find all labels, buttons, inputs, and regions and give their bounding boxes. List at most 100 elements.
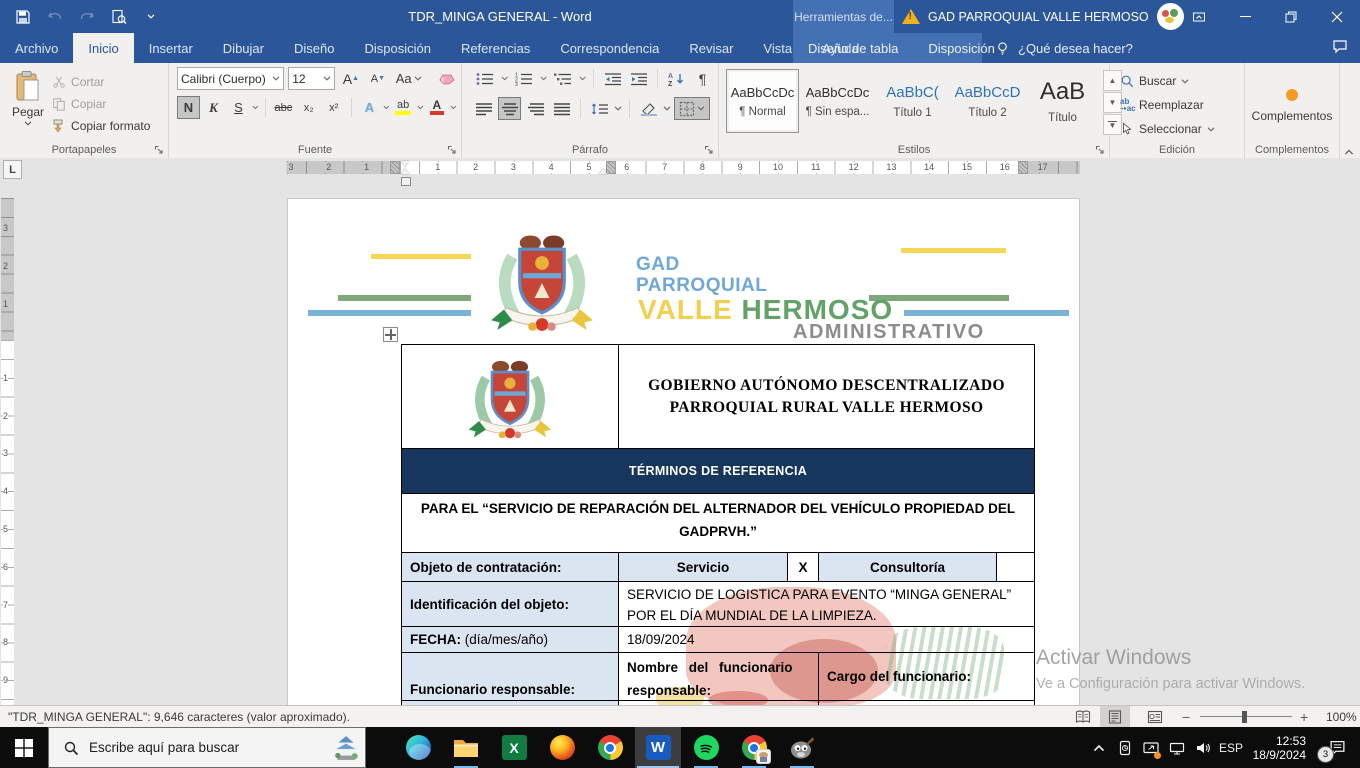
font-name-combo[interactable]: Calibri (Cuerpo) <box>177 67 284 90</box>
taskbar-firefox[interactable] <box>539 727 585 768</box>
font-color-button[interactable]: A <box>425 96 448 119</box>
tab-revisar[interactable]: Revisar <box>674 33 748 63</box>
style-título[interactable]: AaBTítulo <box>1026 69 1099 133</box>
multilevel-list-button[interactable] <box>550 67 576 90</box>
subscript-button[interactable]: x₂ <box>297 96 320 119</box>
show-marks-button[interactable]: ¶ <box>691 67 714 90</box>
close-button[interactable] <box>1314 0 1360 33</box>
highlight-button[interactable]: ab <box>392 96 415 119</box>
font-size-combo[interactable]: 12 <box>288 67 335 90</box>
taskbar-file-explorer[interactable] <box>443 727 489 768</box>
print-preview-icon[interactable] <box>110 8 128 26</box>
italic-button[interactable]: K <box>202 96 225 119</box>
clear-formatting-button[interactable] <box>434 67 457 90</box>
shading-chevron-icon[interactable] <box>663 106 671 111</box>
numbering-chevron-icon[interactable] <box>540 76 547 81</box>
clipboard-dialog-launcher[interactable] <box>153 144 165 156</box>
table-column-marker[interactable] <box>390 161 400 174</box>
zoom-in-button[interactable]: + <box>1300 709 1308 725</box>
taskbar-chrome-profile[interactable] <box>731 727 777 768</box>
styles-dialog-launcher[interactable] <box>1094 144 1106 156</box>
tab-inicio[interactable]: Inicio <box>73 33 133 63</box>
tray-language[interactable]: ESP <box>1216 727 1246 768</box>
cut-button[interactable]: Cortar <box>52 71 150 93</box>
strikethrough-button[interactable]: abc <box>272 96 296 119</box>
tab-correspondencia[interactable]: Correspondencia <box>545 33 674 63</box>
bullets-button[interactable] <box>472 67 498 90</box>
save-icon[interactable] <box>14 8 32 26</box>
justify-button[interactable] <box>550 97 573 120</box>
tray-network-icon[interactable] <box>1166 727 1188 768</box>
zoom-level[interactable]: 100% <box>1326 710 1357 724</box>
paste-button[interactable]: Pegar <box>4 67 52 141</box>
zoom-out-button[interactable]: − <box>1182 709 1190 725</box>
vertical-ruler[interactable]: 321123456789 <box>1 198 14 705</box>
underline-button[interactable]: S <box>227 96 250 119</box>
shading-button[interactable] <box>637 97 660 120</box>
zoom-slider-thumb[interactable] <box>1242 711 1247 723</box>
find-button[interactable]: Buscar <box>1120 70 1240 92</box>
tdr-table[interactable]: GOBIERNO AUTÓNOMO DESCENTRALIZADO PARROQ… <box>401 344 1035 705</box>
collapse-ribbon-button[interactable] <box>1344 149 1354 155</box>
restore-button[interactable] <box>1268 0 1314 33</box>
taskbar-chrome[interactable] <box>587 727 633 768</box>
tell-me-box[interactable]: ¿Qué desea hacer? <box>995 33 1133 63</box>
font-dialog-launcher[interactable] <box>446 144 458 156</box>
multilevel-chevron-icon[interactable] <box>579 76 586 81</box>
replace-button[interactable]: ab⇢ac Reemplazar <box>1120 94 1240 116</box>
align-right-button[interactable] <box>524 97 547 120</box>
copy-button[interactable]: Copiar <box>52 93 150 115</box>
feedback-icon[interactable] <box>1332 38 1348 54</box>
taskbar-gimp[interactable] <box>779 727 825 768</box>
tray-volume-icon[interactable] <box>1192 727 1214 768</box>
grow-font-button[interactable]: A▲ <box>339 67 362 90</box>
tray-clock[interactable]: 12:53 18/9/2024 <box>1246 727 1310 768</box>
highlight-chevron-icon[interactable] <box>417 105 424 110</box>
horizontal-ruler[interactable]: 3211234567891011121314151617 <box>287 161 1080 174</box>
bold-button[interactable]: N <box>177 96 200 119</box>
taskbar-search-box[interactable]: Escribe aquí para buscar <box>48 727 366 768</box>
character-count[interactable]: "TDR_MINGA GENERAL": 9,646 caracteres (v… <box>8 706 350 728</box>
style-título-1[interactable]: AaBbC(Título 1 <box>876 69 949 133</box>
increase-indent-button[interactable] <box>627 67 650 90</box>
tray-phone-icon[interactable] <box>1114 727 1136 768</box>
style--sin-espa-[interactable]: AaBbCcDc¶ Sin espa... <box>801 69 874 133</box>
borders-button[interactable] <box>674 97 710 120</box>
taskbar-word[interactable]: W <box>635 727 681 768</box>
taskbar-edge[interactable] <box>395 727 441 768</box>
left-indent-marker[interactable] <box>401 177 411 186</box>
account-area[interactable]: GAD PARROQUIAL VALLE HERMOSO <box>902 0 1184 33</box>
tab-insertar[interactable]: Insertar <box>134 33 208 63</box>
indent-marker[interactable] <box>401 161 410 174</box>
read-mode-button[interactable] <box>1068 706 1098 727</box>
print-layout-button[interactable] <box>1100 706 1130 727</box>
tab-referencias[interactable]: Referencias <box>446 33 545 63</box>
taskbar-spotify[interactable] <box>683 727 729 768</box>
align-center-button[interactable] <box>498 97 521 120</box>
addins-button[interactable]: Complementos <box>1244 81 1341 127</box>
superscript-button[interactable]: x² <box>322 96 345 119</box>
line-spacing-chevron-icon[interactable] <box>614 106 622 111</box>
style--normal[interactable]: AaBbCcDc¶ Normal <box>726 69 799 133</box>
tab-stop-selector[interactable]: L <box>3 160 22 179</box>
tray-chevron-icon[interactable] <box>1088 727 1110 768</box>
tab-diseno-de-tabla[interactable]: Diseño de tabla <box>793 33 913 63</box>
underline-chevron-icon[interactable] <box>252 105 259 110</box>
tab-diseno[interactable]: Diseño <box>279 33 349 63</box>
undo-icon[interactable] <box>46 8 64 26</box>
font-color-chevron-icon[interactable] <box>450 105 457 110</box>
bullets-chevron-icon[interactable] <box>501 76 508 81</box>
line-spacing-button[interactable] <box>588 97 611 120</box>
web-layout-button[interactable] <box>1140 706 1170 727</box>
tray-cast-icon[interactable] <box>1140 727 1162 768</box>
customize-qat-icon[interactable] <box>142 8 160 26</box>
taskbar-excel[interactable]: X <box>491 727 537 768</box>
tab-archivo[interactable]: Archivo <box>0 33 73 63</box>
start-button[interactable] <box>0 727 48 768</box>
text-effects-button[interactable]: A <box>358 96 381 119</box>
text-effects-chevron-icon[interactable] <box>383 105 390 110</box>
redo-icon[interactable] <box>78 8 96 26</box>
tab-disposicion-tabla[interactable]: Disposición <box>913 33 1009 63</box>
align-left-button[interactable] <box>472 97 495 120</box>
decrease-indent-button[interactable] <box>601 67 624 90</box>
